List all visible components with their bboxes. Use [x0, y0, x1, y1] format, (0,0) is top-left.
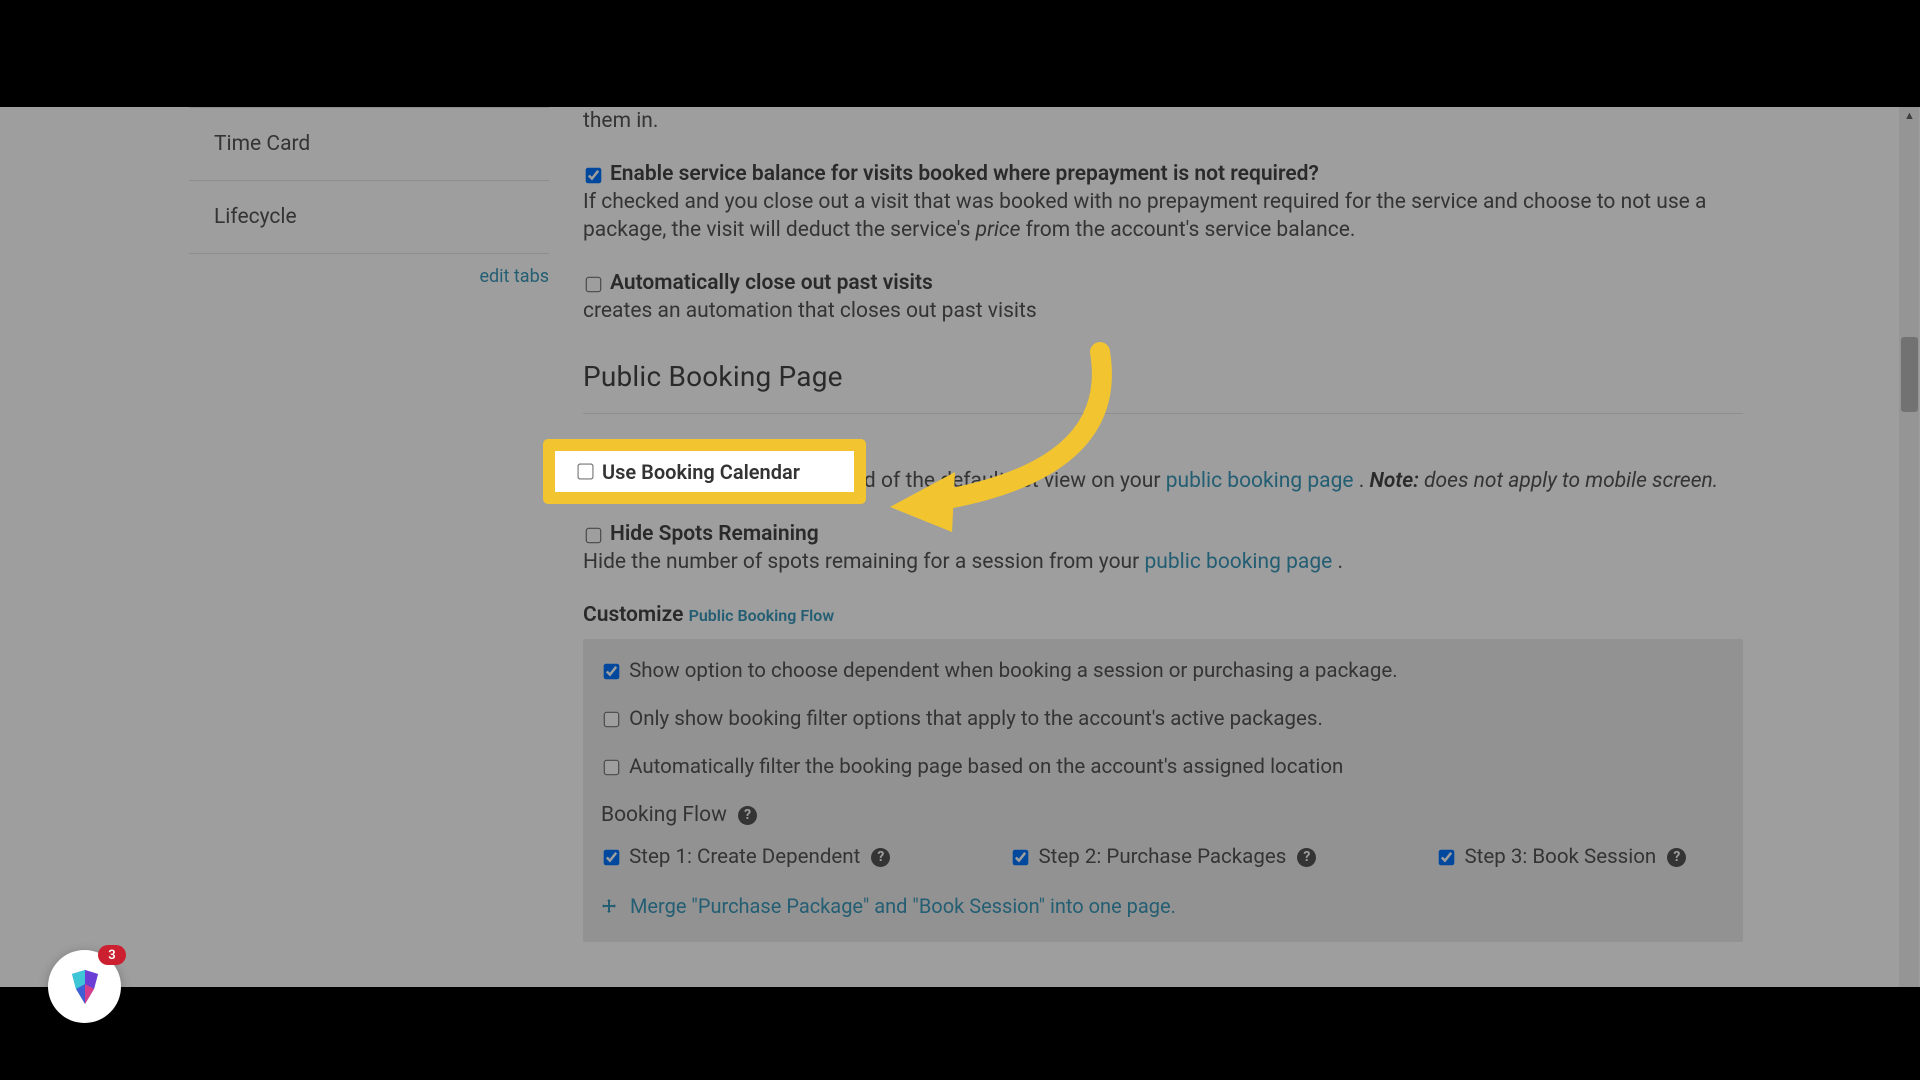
edit-tabs-link[interactable]: edit tabs: [189, 254, 549, 287]
hide-spots-description: Hide the number of spots remaining for a…: [583, 548, 1743, 576]
step-1-checkbox[interactable]: [604, 850, 620, 866]
use-booking-calendar-label-highlight: Use Booking Calendar: [602, 460, 800, 484]
move-icon: [601, 896, 619, 920]
customize-heading: Customize Public Booking Flow: [583, 601, 1743, 629]
section-divider: [583, 413, 1743, 414]
floating-widget[interactable]: 3: [48, 950, 121, 1023]
settings-sidebar: Time Card Lifecycle edit tabs: [189, 107, 549, 287]
auto-close-description: creates an automation that closes out pa…: [583, 297, 1743, 325]
scrollbar-thumb[interactable]: [1901, 337, 1918, 412]
auto-close-checkbox[interactable]: [586, 277, 602, 293]
help-icon[interactable]: ?: [1297, 848, 1316, 867]
option-hide-spots: Hide Spots Remaining Hide the number of …: [583, 520, 1743, 576]
use-booking-calendar-checkbox-highlight[interactable]: [577, 463, 593, 479]
public-booking-page-link[interactable]: public booking page: [1166, 469, 1354, 493]
service-balance-description: If checked and you close out a visit tha…: [583, 188, 1743, 244]
sidebar-item-time-card[interactable]: Time Card: [189, 107, 549, 181]
sidebar-item-label: Time Card: [214, 132, 310, 156]
sidebar-item-label: Lifecycle: [214, 205, 297, 229]
hide-spots-label: Hide Spots Remaining: [610, 522, 819, 546]
page-surface: Time Card Lifecycle edit tabs them in. E…: [0, 107, 1920, 987]
merge-pages-link[interactable]: Merge "Purchase Package" and "Book Sessi…: [601, 894, 1725, 920]
notification-badge: 3: [98, 945, 126, 965]
filter-active-packages-label: Only show booking filter options that ap…: [629, 707, 1323, 731]
step-2: Step 2: Purchase Packages ?: [1010, 845, 1316, 869]
settings-content: them in. Enable service balance for visi…: [583, 107, 1763, 982]
option-choose-dependent: Show option to choose dependent when boo…: [601, 659, 1725, 683]
help-icon[interactable]: ?: [871, 848, 890, 867]
truncated-text-bottom: [583, 970, 1743, 982]
service-balance-label: Enable service balance for visits booked…: [610, 162, 1319, 186]
step-3-checkbox[interactable]: [1439, 850, 1455, 866]
option-filter-active-packages: Only show booking filter options that ap…: [601, 707, 1725, 731]
choose-dependent-checkbox[interactable]: [604, 664, 620, 680]
customize-booking-flow-box: Show option to choose dependent when boo…: [583, 639, 1743, 942]
step-3: Step 3: Book Session ?: [1436, 845, 1686, 869]
booking-flow-steps: Step 1: Create Dependent ? Step 2: Purch…: [601, 845, 1725, 869]
scrollbar-track[interactable]: [1899, 107, 1919, 987]
highlight-use-booking-calendar: Use Booking Calendar: [543, 439, 866, 504]
filter-active-packages-checkbox[interactable]: [604, 712, 620, 728]
merge-pages-label: Merge "Purchase Package" and "Book Sessi…: [630, 894, 1176, 918]
truncated-intro-text: them in.: [583, 107, 1743, 135]
choose-dependent-label: Show option to choose dependent when boo…: [629, 659, 1398, 683]
step-1: Step 1: Create Dependent ?: [601, 845, 890, 869]
step-3-label: Step 3: Book Session: [1464, 845, 1656, 869]
auto-close-label: Automatically close out past visits: [610, 271, 933, 295]
option-filter-by-location: Automatically filter the booking page ba…: [601, 755, 1725, 779]
public-booking-page-link-2[interactable]: public booking page: [1144, 550, 1332, 574]
option-auto-close: Automatically close out past visits crea…: [583, 269, 1743, 325]
step-1-label: Step 1: Create Dependent: [629, 845, 860, 869]
public-booking-heading: Public Booking Page: [583, 360, 1743, 393]
scrollbar-up-arrow[interactable]: ▲: [1901, 107, 1918, 124]
booking-flow-title: Booking Flow ?: [601, 803, 1725, 827]
filter-by-location-label: Automatically filter the booking page ba…: [629, 755, 1343, 779]
help-icon[interactable]: ?: [1667, 848, 1686, 867]
widget-logo: 3: [48, 950, 121, 1023]
service-balance-checkbox[interactable]: [586, 168, 602, 184]
public-booking-flow-link[interactable]: Public Booking Flow: [689, 606, 835, 625]
viewport: Time Card Lifecycle edit tabs them in. E…: [0, 0, 1920, 1080]
hide-spots-checkbox[interactable]: [586, 528, 602, 544]
help-icon[interactable]: ?: [738, 806, 757, 825]
step-2-checkbox[interactable]: [1013, 850, 1029, 866]
sidebar-item-lifecycle[interactable]: Lifecycle: [189, 181, 549, 254]
filter-by-location-checkbox[interactable]: [604, 760, 620, 776]
option-service-balance: Enable service balance for visits booked…: [583, 160, 1743, 244]
step-2-label: Step 2: Purchase Packages: [1038, 845, 1286, 869]
logo-icon: [62, 964, 108, 1010]
